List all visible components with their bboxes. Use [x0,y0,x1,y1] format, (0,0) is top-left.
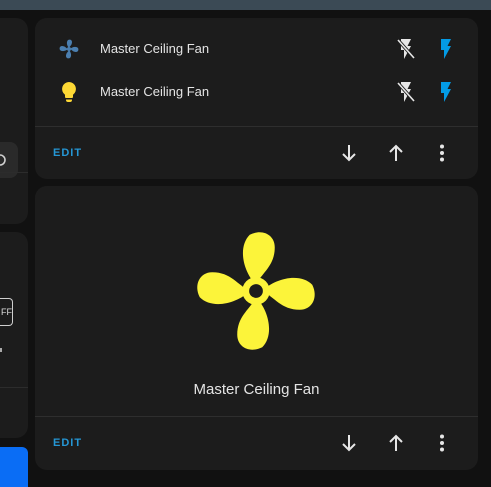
left-card-divider [0,172,28,173]
top-header-bar [0,0,491,10]
flash-off-icon[interactable] [394,80,418,104]
fan-button-body[interactable]: Master Ceiling Fan [35,186,478,416]
fan-button-card: Master Ceiling Fan EDIT [35,186,478,470]
left-card-marker [0,348,2,352]
entity-row-light[interactable]: Master Ceiling Fan [35,75,478,109]
entities-card-body: Master Ceiling Fan Master Ceiling Fan [35,18,478,126]
entity-name: Master Ceiling Fan [100,41,210,56]
arrow-up-icon[interactable] [384,141,408,165]
left-blue-button[interactable] [0,447,28,487]
left-card-toggle[interactable]: FF [0,298,13,326]
arrow-down-icon[interactable] [337,431,361,455]
flash-icon[interactable] [434,80,458,104]
lightbulb-icon [62,82,76,102]
entity-row-fan[interactable]: Master Ceiling Fan [35,32,478,66]
entities-card: Master Ceiling Fan Master Ceiling Fan ED… [35,18,478,179]
card-edit-footer: EDIT [35,126,478,179]
fan-icon [59,39,79,59]
card-edit-footer: EDIT [35,416,478,469]
flash-off-icon[interactable] [394,37,418,61]
arrow-down-icon[interactable] [337,141,361,165]
left-card-middle: FF [0,232,28,438]
fan-icon [197,232,315,350]
dots-vertical-icon[interactable] [430,141,454,165]
dots-vertical-icon[interactable] [430,431,454,455]
refresh-icon [0,154,6,166]
left-card-top [0,18,28,224]
entity-name: Master Ceiling Fan [100,84,210,99]
flash-icon[interactable] [434,37,458,61]
arrow-up-icon[interactable] [384,431,408,455]
left-card-divider [0,387,28,388]
edit-button[interactable]: EDIT [53,431,103,455]
edit-button[interactable]: EDIT [53,141,103,165]
fan-button-name: Master Ceiling Fan [193,381,320,398]
